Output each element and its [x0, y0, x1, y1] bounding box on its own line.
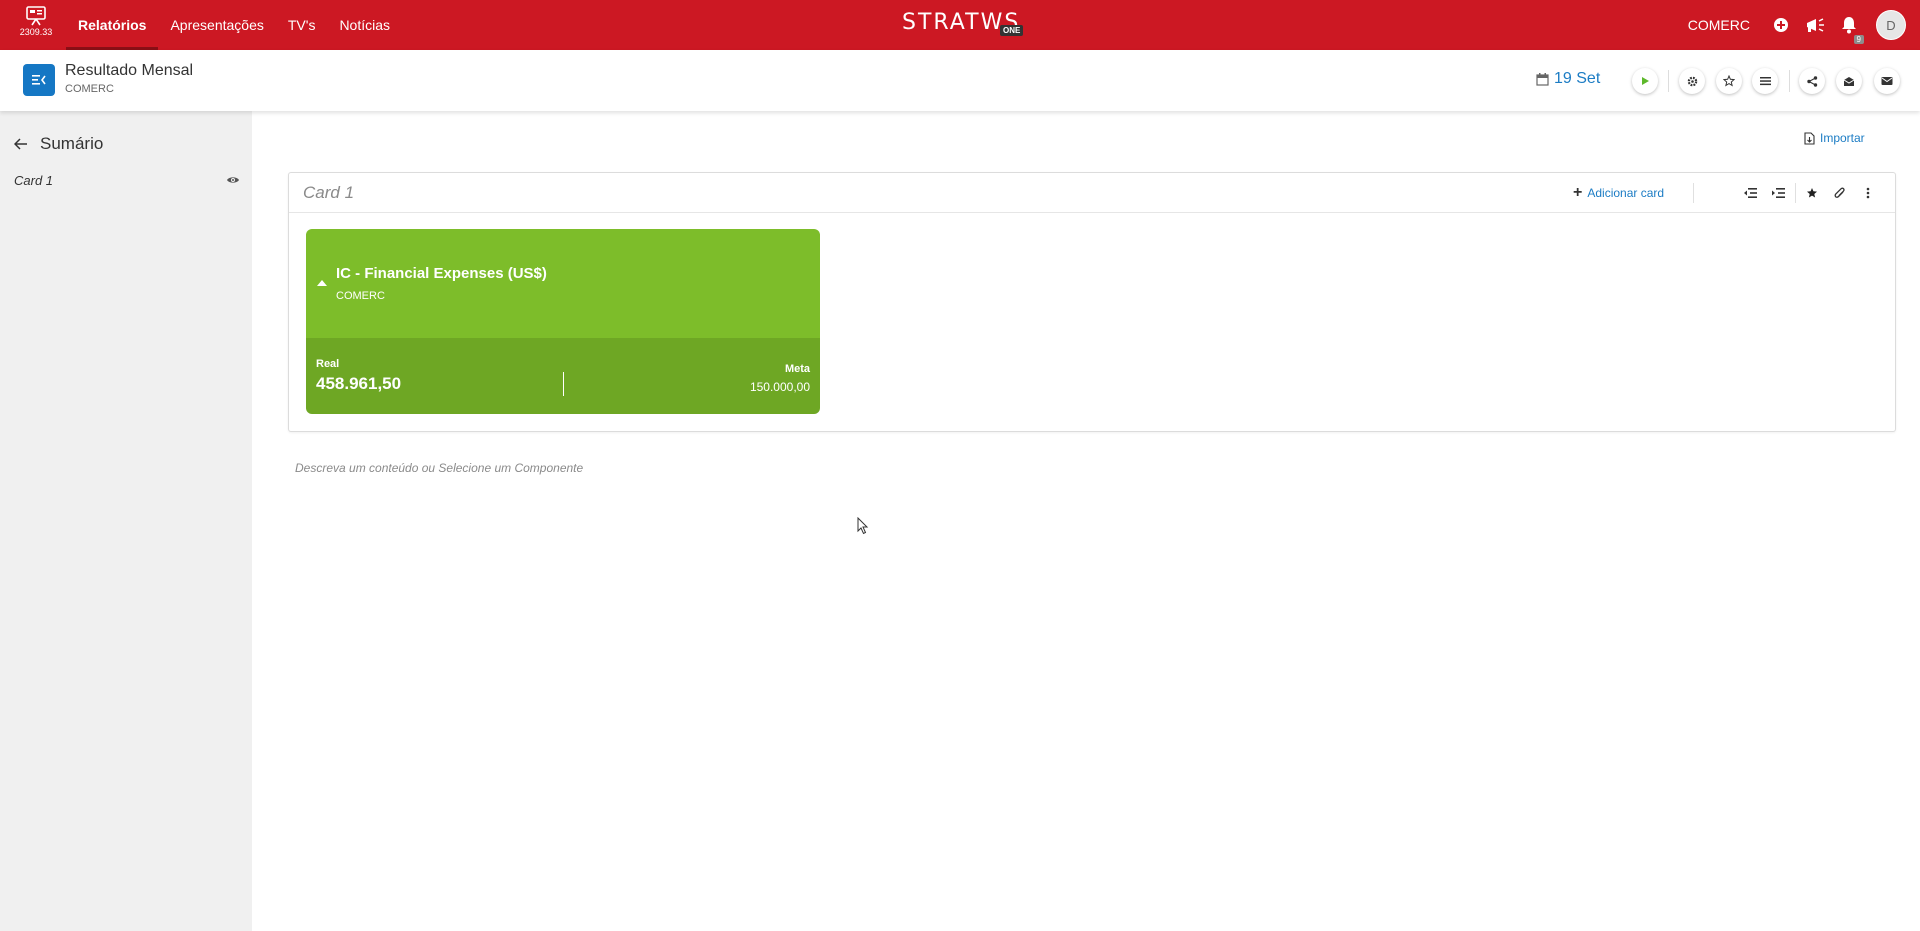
main-nav: Relatórios Apresentações TV's Notícias [66, 0, 402, 50]
eye-icon[interactable] [226, 175, 240, 185]
app-logo[interactable]: 2309.33 [14, 6, 58, 46]
notification-count-badge: 9 [1853, 35, 1864, 44]
avatar[interactable]: D [1876, 10, 1906, 40]
panel-divider [1795, 183, 1796, 203]
hamburger-icon [1759, 77, 1771, 86]
content-hint[interactable]: Descreva um conteúdo ou Selecione um Com… [295, 461, 583, 475]
plus-icon: + [1573, 184, 1583, 201]
page-title: Resultado Mensal [65, 62, 194, 79]
card-panel-header: Card 1 + Adicionar card [289, 173, 1895, 213]
nav-relatorios[interactable]: Relatórios [66, 0, 159, 50]
brand-badge: ONE [1000, 25, 1024, 36]
favorite-button[interactable] [1716, 68, 1742, 94]
settings-button[interactable] [1679, 68, 1705, 94]
star-icon[interactable] [1804, 185, 1820, 201]
kpi-divider [563, 372, 564, 396]
envelope-icon [1881, 77, 1893, 85]
add-card-label: Adicionar card [1587, 186, 1665, 200]
sidebar-item-label: Card 1 [14, 172, 54, 188]
date-selector[interactable]: 19 Set [1536, 70, 1600, 88]
play-button[interactable] [1632, 68, 1658, 94]
share-icon [1806, 75, 1817, 87]
play-icon [1642, 77, 1649, 85]
add-card-button[interactable]: + Adicionar card [1573, 184, 1665, 201]
sidebar-item-card-1[interactable]: Card 1 [14, 170, 240, 190]
kpi-card-header: IC - Financial Expenses (US$) COMERC [306, 229, 820, 338]
nav-tvs[interactable]: TV's [276, 0, 328, 50]
calendar-icon [1536, 72, 1549, 86]
sidebar-title: Sumário [40, 134, 104, 153]
gear-icon [1687, 76, 1697, 86]
org-selector[interactable]: COMERC [1688, 17, 1750, 33]
import-button[interactable]: Importar [1804, 131, 1865, 145]
kpi-title: IC - Financial Expenses (US$) [336, 265, 547, 282]
nav-apresentacoes[interactable]: Apresentações [158, 0, 275, 50]
top-bar: 2309.33 Relatórios Apresentações TV's No… [0, 0, 1920, 50]
toggle-summary-icon[interactable] [23, 64, 55, 96]
more-vertical-icon[interactable] [1860, 185, 1876, 201]
email-button[interactable] [1874, 68, 1900, 94]
outdent-icon[interactable] [1742, 185, 1758, 201]
toolbar-divider [1668, 70, 1669, 92]
nav-noticias[interactable]: Notícias [327, 0, 402, 50]
toolbar-divider [1789, 70, 1790, 92]
page-subtitle: COMERC [65, 83, 114, 95]
brand-logo: STRATWS ONE [900, 8, 1030, 42]
star-outline-icon [1723, 75, 1735, 87]
kpi-meta-label: Meta [784, 363, 810, 375]
back-button[interactable]: Sumário [14, 134, 103, 154]
kpi-card[interactable]: IC - Financial Expenses (US$) COMERC Rea… [306, 229, 820, 414]
summary-sidebar: Sumário Card 1 [0, 111, 252, 931]
import-label: Importar [1820, 131, 1865, 145]
add-circle-icon[interactable] [1770, 14, 1792, 36]
kpi-real-value: 458.961,50 [316, 374, 402, 393]
presentation-board-icon [26, 6, 46, 26]
menu-button[interactable] [1752, 68, 1778, 94]
envelope-open-icon [1843, 76, 1855, 86]
bell-icon[interactable]: 9 [1838, 14, 1864, 44]
inbox-button[interactable] [1836, 68, 1862, 94]
card-panel-title[interactable]: Card 1 [303, 183, 354, 203]
arrow-left-icon [14, 138, 27, 150]
caret-up-icon[interactable] [317, 280, 327, 286]
kpi-org: COMERC [336, 290, 385, 302]
card-panel: Card 1 + Adicionar card IC - Financial E… [288, 172, 1896, 432]
kpi-meta-value: 150.000,00 [749, 380, 810, 394]
panel-divider [1693, 183, 1694, 203]
indent-icon[interactable] [1770, 185, 1786, 201]
file-import-icon [1804, 131, 1815, 145]
paperclip-icon[interactable] [1832, 185, 1848, 201]
version-label: 2309.33 [19, 27, 53, 37]
megaphone-icon[interactable] [1804, 14, 1826, 36]
report-header: Resultado Mensal COMERC 19 Set [0, 50, 1920, 111]
share-button[interactable] [1799, 68, 1825, 94]
mouse-cursor-icon [857, 517, 869, 535]
top-right-tools: COMERC 9 D [1688, 0, 1920, 50]
kpi-card-values: Real 458.961,50 Meta 150.000,00 [306, 338, 820, 414]
kpi-real-label: Real [316, 358, 340, 370]
date-label: 19 Set [1554, 70, 1601, 87]
